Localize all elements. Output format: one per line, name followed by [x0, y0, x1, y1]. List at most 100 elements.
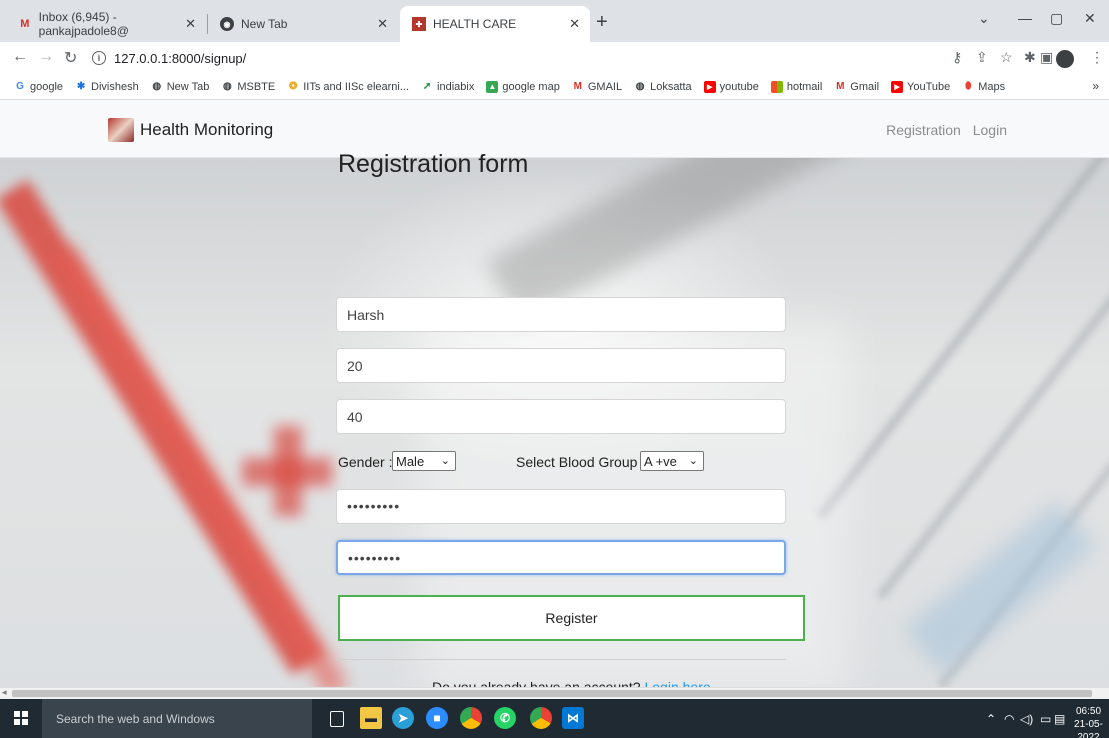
task-view-icon[interactable]	[330, 711, 344, 727]
whatsapp-icon[interactable]: ✆	[494, 707, 516, 729]
bookmark-label: Gmail	[850, 80, 880, 93]
close-tab-icon[interactable]: ✕	[377, 16, 388, 32]
new-tab-button[interactable]: +	[596, 12, 608, 32]
side-panel-icon[interactable]: ▣	[1040, 49, 1053, 66]
extensions-puzzle-icon[interactable]: ✱	[1024, 49, 1036, 66]
bookmark-label: youtube	[719, 80, 759, 93]
keyboard-language-icon[interactable]: ▤	[1054, 712, 1065, 726]
bookmark-new-tab[interactable]: ◍ New Tab	[151, 81, 209, 93]
bookmark-label: GMAIL	[587, 80, 623, 93]
minimize-button[interactable]: —	[1018, 10, 1032, 26]
scroll-left-arrow-icon[interactable]: ◂	[2, 687, 7, 698]
brand-name: Health Monitoring	[140, 120, 274, 139]
gender-label: Gender :	[338, 454, 393, 470]
browser-toolbar: ← → ↻ i 127.0.0.1:8000/signup/ ⚷ ⇪ ☆ ✱ ▣…	[0, 42, 1109, 74]
taskbar-clock[interactable]: 06:50 21-05-2022	[1068, 705, 1109, 738]
map-icon: ▲	[486, 80, 499, 93]
bookmark-youtube[interactable]: ▶ youtube	[703, 80, 759, 93]
chrome-icon: ◉	[220, 17, 234, 31]
globe-icon: ◍	[635, 81, 645, 92]
tab-new-tab[interactable]: ◉ New Tab ✕	[208, 6, 398, 42]
confirm-password-input[interactable]: •••••••••	[336, 540, 786, 575]
health-logo-icon	[108, 118, 134, 142]
gender-selected-value: Male	[396, 453, 425, 469]
volume-icon[interactable]: ◁)	[1020, 712, 1033, 726]
bookmark-msbte[interactable]: ◍ MSBTE	[221, 81, 275, 93]
bookmark-youtube-2[interactable]: ▶ YouTube	[891, 80, 950, 93]
bookmark-star-icon[interactable]: ☆	[1000, 49, 1013, 66]
close-window-button[interactable]: ✕	[1084, 10, 1096, 27]
bookmark-google[interactable]: Ggoogle	[14, 81, 63, 93]
bookmark-indiabix[interactable]: ➚ indiabix	[421, 81, 475, 93]
star-badge-icon: ✱	[76, 81, 86, 92]
reload-icon[interactable]: ↻	[64, 48, 77, 68]
tab-search-icon[interactable]: ⌄	[978, 10, 990, 27]
password-input[interactable]: •••••••••	[336, 489, 786, 524]
tab-health-care[interactable]: ✚ HEALTH CARE ✕	[400, 6, 590, 42]
elearning-icon: ❂	[289, 81, 298, 92]
blood-group-select[interactable]: A +ve ⌄	[640, 451, 704, 471]
age-input[interactable]	[336, 348, 786, 383]
clock-time: 06:50	[1075, 706, 1102, 717]
back-arrow-icon[interactable]: ←	[12, 48, 28, 66]
battery-icon[interactable]: ▭	[1040, 712, 1051, 726]
map-pin-icon: ⬮	[965, 81, 972, 92]
bg-blur-shape	[274, 426, 302, 516]
network-icon[interactable]: ◠	[1004, 712, 1014, 726]
profile-avatar[interactable]	[1056, 50, 1074, 68]
tray-chevron-up-icon[interactable]: ⌃	[986, 712, 996, 726]
bookmark-label: MSBTE	[237, 80, 276, 93]
chevron-down-icon: ⌄	[440, 455, 450, 467]
windows-start-icon[interactable]	[14, 711, 28, 725]
tab-title: Inbox (6,945) - pankajpadole8@	[38, 10, 129, 38]
bookmark-loksatta[interactable]: ◍ Loksatta	[634, 81, 692, 93]
name-input[interactable]	[336, 297, 786, 332]
zoom-icon[interactable]: ■	[426, 707, 448, 729]
chrome-icon[interactable]	[460, 707, 482, 729]
register-button[interactable]: Register	[338, 595, 805, 641]
bookmark-gmail[interactable]: M Gmail	[834, 81, 879, 93]
globe-icon: ◍	[222, 81, 232, 92]
maximize-button[interactable]: ▢	[1050, 10, 1063, 27]
select-row: Gender : Male ⌄ Select Blood Group : A +…	[338, 451, 788, 473]
site-brand[interactable]: Health Monitoring	[108, 118, 273, 142]
bookmark-gmail-caps[interactable]: M GMAIL	[572, 81, 622, 93]
bookmark-google-map[interactable]: ▲ google map	[486, 80, 560, 93]
forward-arrow-icon[interactable]: →	[38, 48, 54, 66]
file-explorer-icon[interactable]: ▬	[360, 707, 382, 729]
close-tab-icon[interactable]: ✕	[185, 16, 196, 32]
telegram-icon[interactable]: ➤	[392, 707, 414, 729]
vscode-icon[interactable]: ⋈	[562, 707, 584, 729]
globe-icon: ◍	[152, 81, 162, 92]
chrome-menu-icon[interactable]: ⋮	[1090, 49, 1104, 66]
clock-date: 21-05-2022	[1074, 719, 1103, 738]
bookmark-hotmail[interactable]: hotmail	[770, 80, 822, 93]
bookmark-label: Maps	[978, 80, 1006, 93]
weight-input[interactable]	[336, 399, 786, 434]
site-navbar: Health Monitoring Registration Login	[0, 100, 1109, 158]
horizontal-scrollbar[interactable]: ◂	[0, 687, 1109, 699]
bookmark-maps[interactable]: ⬮ Maps	[962, 81, 1005, 93]
bookmark-iits-elearning[interactable]: ❂ IITs and IISc elearni...	[287, 81, 409, 93]
bg-blur-shape	[816, 158, 1109, 520]
indiabix-icon: ➚	[422, 81, 432, 92]
gmail-icon: M	[836, 81, 845, 92]
nav-registration-link[interactable]: Registration	[886, 122, 961, 138]
close-tab-icon[interactable]: ✕	[569, 16, 580, 32]
nav-login-link[interactable]: Login	[973, 122, 1007, 138]
url-text: 127.0.0.1:8000/signup/	[114, 50, 247, 66]
youtube-icon: ▶	[703, 80, 716, 93]
bookmark-divishesh[interactable]: ✱ Divishesh	[75, 81, 139, 93]
more-bookmarks-icon[interactable]: »	[1092, 79, 1099, 93]
address-bar[interactable]: i 127.0.0.1:8000/signup/	[92, 46, 1032, 70]
tab-gmail-inbox[interactable]: M Inbox (6,945) - pankajpadole8@ ✕	[6, 6, 206, 42]
chrome-active-icon[interactable]	[530, 707, 552, 729]
bookmark-label: google	[30, 80, 64, 93]
scrollbar-thumb[interactable]	[12, 690, 1092, 697]
share-icon[interactable]: ⇪	[976, 49, 988, 66]
password-key-icon[interactable]: ⚷	[952, 49, 962, 66]
gender-select[interactable]: Male ⌄	[392, 451, 456, 471]
taskbar-search-box[interactable]: Search the web and Windows	[42, 699, 312, 738]
site-info-icon[interactable]: i	[92, 51, 106, 65]
bookmark-label: google map	[502, 80, 560, 93]
